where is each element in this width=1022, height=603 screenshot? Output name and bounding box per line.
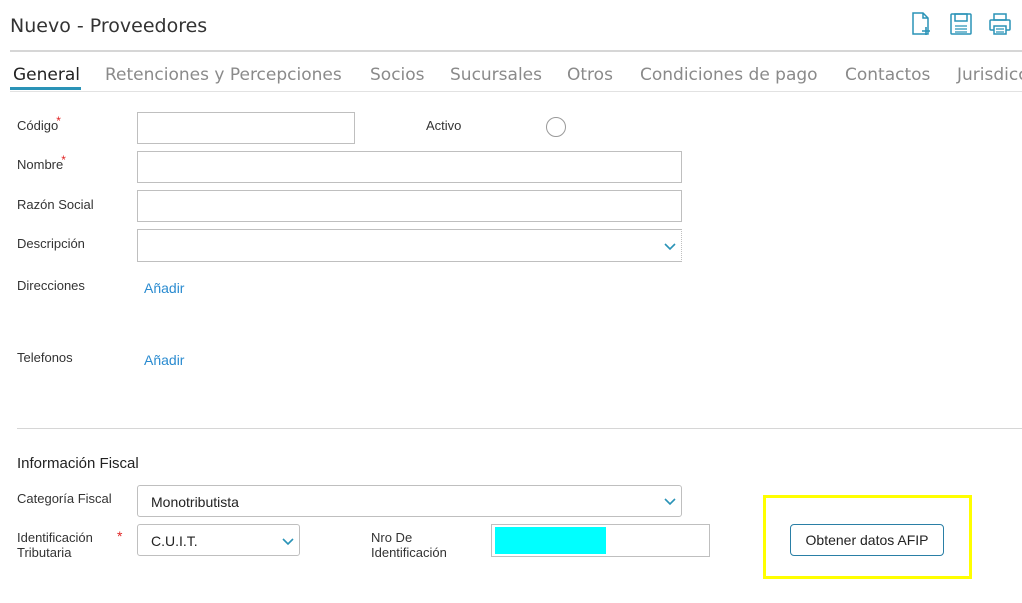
tab-otros[interactable]: Otros <box>567 65 613 85</box>
tab-condiciones-pago[interactable]: Condiciones de pago <box>640 65 818 85</box>
chevron-down-icon <box>282 538 294 546</box>
required-marker: * <box>117 528 123 544</box>
telefonos-label: Telefonos <box>17 350 73 365</box>
active-tab-indicator <box>10 87 81 90</box>
categoria-fiscal-label: Categoría Fiscal <box>17 491 112 506</box>
descripcion-label: Descripción <box>17 236 85 251</box>
add-telefono-link[interactable]: Añadir <box>144 352 184 368</box>
nro-identificacion-label: Nro De Identificación <box>371 530 447 560</box>
page-title: Nuevo - Proveedores <box>10 15 208 37</box>
save-icon[interactable] <box>949 12 973 36</box>
identificacion-tributaria-select[interactable]: C.U.I.T. <box>137 524 300 556</box>
codigo-input[interactable] <box>137 112 355 144</box>
tab-socios[interactable]: Socios <box>370 65 425 85</box>
fiscal-section-title: Información Fiscal <box>17 455 139 472</box>
nombre-input[interactable] <box>137 151 682 183</box>
section-divider <box>17 428 1022 429</box>
razon-social-input[interactable] <box>137 190 682 222</box>
direcciones-label: Direcciones <box>17 278 85 293</box>
razon-social-label: Razón Social <box>17 197 94 212</box>
add-direccion-link[interactable]: Añadir <box>144 280 184 296</box>
tab-contactos[interactable]: Contactos <box>845 65 930 85</box>
header-divider <box>10 50 1022 52</box>
required-marker: * <box>56 114 61 128</box>
activo-label: Activo <box>426 118 462 133</box>
print-icon[interactable] <box>988 12 1012 36</box>
chevron-down-icon <box>664 243 676 251</box>
identificacion-tributaria-value: C.U.I.T. <box>151 533 198 549</box>
codigo-label: Código* <box>17 114 61 133</box>
tab-bar: General Retenciones y Percepciones Socio… <box>10 58 1022 92</box>
descripcion-select[interactable] <box>137 229 682 262</box>
redacted-value <box>495 527 606 554</box>
activo-toggle[interactable] <box>546 117 566 137</box>
categoria-fiscal-select[interactable]: Monotributista <box>137 485 682 517</box>
new-document-icon[interactable] <box>909 12 933 36</box>
obtener-datos-afip-button[interactable]: Obtener datos AFIP <box>790 524 944 556</box>
tab-general[interactable]: General <box>13 65 80 85</box>
tab-sucursales[interactable]: Sucursales <box>450 65 542 85</box>
identificacion-tributaria-label: Identificación Tributaria <box>17 530 93 560</box>
chevron-down-icon <box>664 498 676 506</box>
required-marker: * <box>61 153 66 167</box>
tab-jurisdicciones[interactable]: Jurisdicciones <box>957 65 1022 85</box>
nombre-label: Nombre* <box>17 153 66 172</box>
categoria-fiscal-value: Monotributista <box>151 494 239 510</box>
nro-identificacion-input[interactable] <box>491 524 710 557</box>
tab-retenciones[interactable]: Retenciones y Percepciones <box>105 65 342 85</box>
